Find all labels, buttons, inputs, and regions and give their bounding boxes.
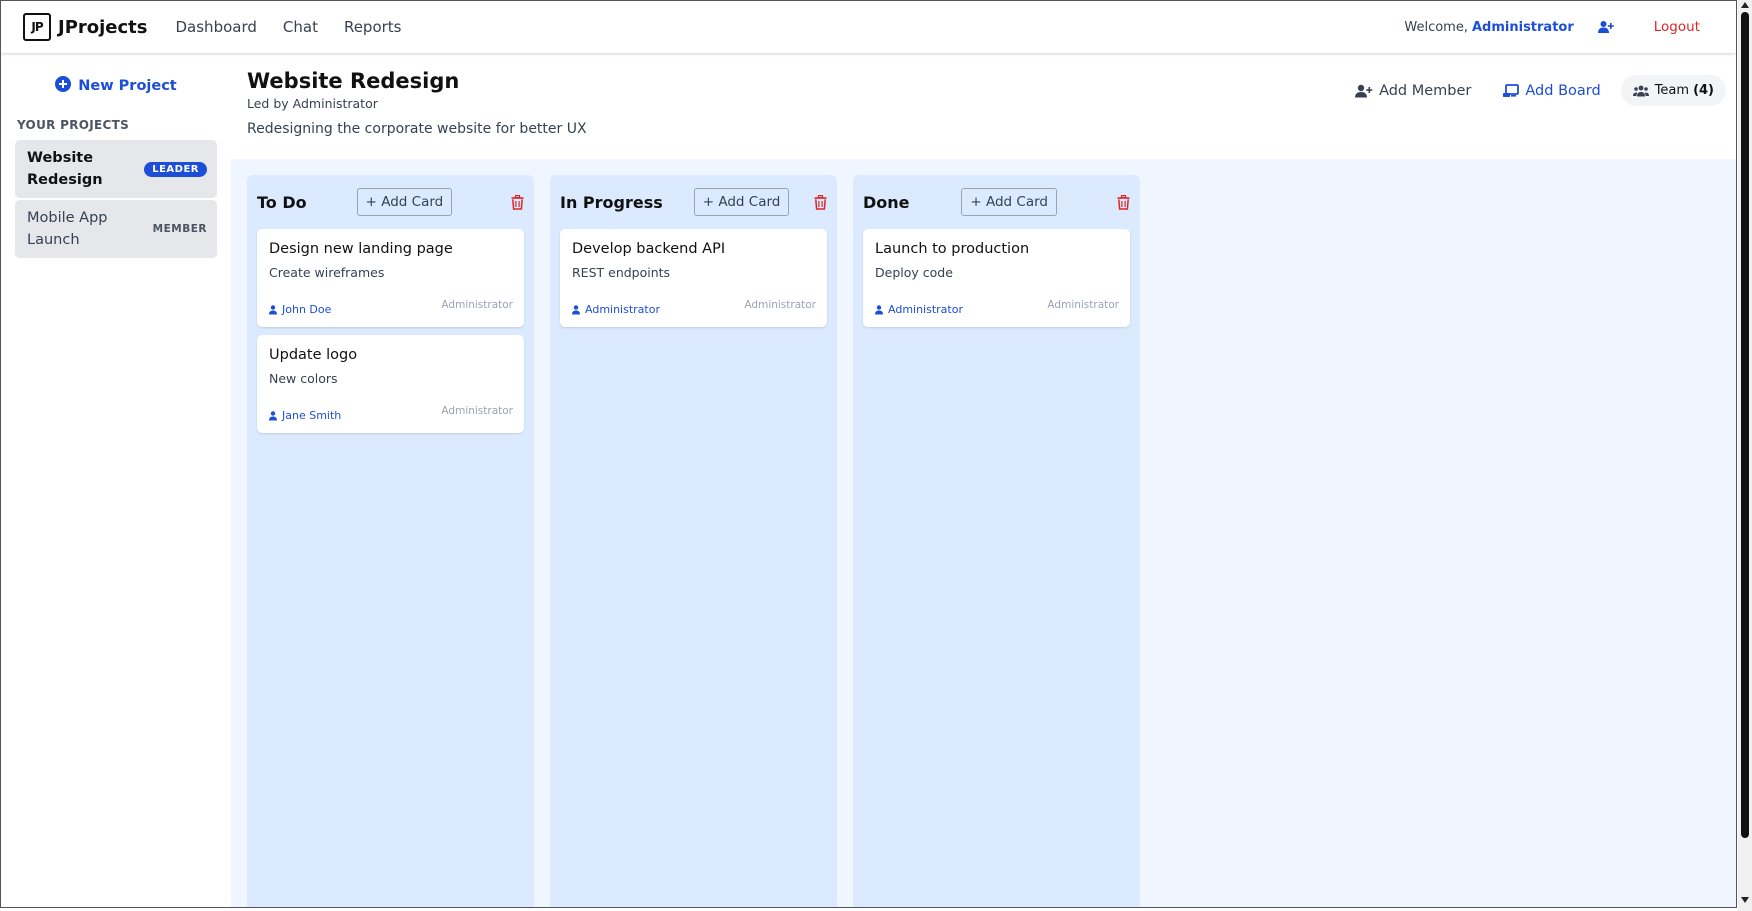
page-scrollbar[interactable]: [1738, 0, 1752, 911]
sidebar-project-website-redesign[interactable]: Website Redesign LEADER: [15, 140, 217, 198]
board-column-todo: To Do + Add Card Design new landing page…: [247, 175, 534, 907]
project-name: Website Redesign: [27, 150, 103, 188]
team-button[interactable]: Team (4): [1620, 75, 1726, 106]
task-card[interactable]: Design new landing page Create wireframe…: [257, 229, 524, 327]
kanban-board: To Do + Add Card Design new landing page…: [231, 159, 1736, 907]
column-header: Done + Add Card: [863, 175, 1130, 229]
trash-icon[interactable]: [814, 194, 827, 210]
add-member-button[interactable]: Add Member: [1355, 83, 1471, 99]
column-header: To Do + Add Card: [257, 175, 524, 229]
project-name: Mobile App Launch: [27, 210, 108, 248]
add-card-button[interactable]: + Add Card: [356, 188, 453, 216]
card-author: Administrator: [1047, 299, 1119, 311]
nav-link-chat[interactable]: Chat: [283, 18, 318, 36]
nav-links: Dashboard Chat Reports: [176, 18, 428, 36]
welcome-text: Welcome,: [1404, 19, 1468, 35]
scroll-down-arrow-icon[interactable]: [1741, 897, 1749, 903]
card-author: Administrator: [441, 405, 513, 417]
card-description: REST endpoints: [572, 265, 671, 280]
project-actions: Add Member Add Board Team (4): [1355, 75, 1726, 106]
board-column-done: Done + Add Card Launch to production Dep…: [853, 175, 1140, 907]
add-board-label: Add Board: [1525, 82, 1601, 99]
nav-user-area: Welcome, Administrator Logout: [1404, 19, 1700, 35]
scroll-up-arrow-icon[interactable]: [1741, 2, 1749, 8]
task-card[interactable]: Develop backend API REST endpoints Admin…: [560, 229, 827, 327]
user-plus-icon[interactable]: [1597, 20, 1614, 34]
brand-name: JProjects: [58, 16, 148, 38]
projects-section-title: YOUR PROJECTS: [17, 118, 130, 132]
board-add-icon: [1503, 83, 1520, 97]
card-title: Design new landing page: [269, 241, 453, 257]
card-author: Administrator: [441, 299, 513, 311]
logout-link[interactable]: Logout: [1654, 19, 1700, 35]
project-description: Redesigning the corporate website for be…: [247, 121, 587, 137]
main-content: Website Redesign Led by Administrator Re…: [231, 53, 1736, 907]
user-icon: [875, 304, 883, 314]
user-icon: [572, 304, 580, 314]
card-title: Update logo: [269, 347, 358, 363]
assignee-name: John Doe: [282, 303, 332, 316]
scrollbar-thumb[interactable]: [1741, 12, 1749, 838]
card-assignee: Jane Smith: [269, 409, 341, 422]
assignee-name: Jane Smith: [282, 409, 342, 422]
current-user-link[interactable]: Administrator: [1472, 20, 1574, 35]
plus-circle-icon: [55, 76, 72, 96]
add-board-button[interactable]: Add Board: [1503, 82, 1601, 99]
nav-link-reports[interactable]: Reports: [344, 18, 402, 36]
column-title: Done: [863, 192, 910, 212]
card-assignee: Administrator: [572, 303, 660, 316]
card-description: Create wireframes: [269, 265, 385, 280]
assignee-name: Administrator: [585, 303, 660, 316]
card-description: New colors: [269, 371, 338, 386]
card-assignee: John Doe: [269, 303, 331, 316]
team-label: Team: [1654, 83, 1690, 98]
trash-icon[interactable]: [511, 194, 524, 210]
new-project-button[interactable]: New Project: [1, 76, 231, 96]
task-card[interactable]: Update logo New colors Jane Smith Admini…: [257, 335, 524, 433]
column-title: To Do: [257, 192, 307, 212]
role-badge-leader: LEADER: [144, 161, 207, 177]
nav-link-dashboard[interactable]: Dashboard: [176, 18, 257, 36]
card-description: Deploy code: [875, 265, 953, 280]
app-window: JP JProjects Dashboard Chat Reports Welc…: [0, 0, 1737, 908]
sidebar: New Project YOUR PROJECTS Website Redesi…: [1, 53, 231, 907]
board-column-in-progress: In Progress + Add Card Develop backend A…: [550, 175, 837, 907]
user-icon: [269, 410, 277, 420]
role-badge-member: MEMBER: [152, 223, 207, 235]
column-header: In Progress + Add Card: [560, 175, 827, 229]
add-card-button[interactable]: + Add Card: [961, 188, 1057, 216]
user-plus-icon: [1355, 84, 1373, 97]
sidebar-project-mobile-app-launch[interactable]: Mobile App Launch MEMBER: [15, 200, 217, 258]
team-count: (4): [1693, 83, 1714, 98]
card-author: Administrator: [744, 299, 816, 311]
jp-logo-icon: JP: [23, 13, 51, 41]
task-card[interactable]: Launch to production Deploy code Adminis…: [863, 229, 1130, 327]
card-title: Launch to production: [875, 241, 1030, 257]
project-header: Website Redesign Led by Administrator Re…: [231, 53, 1736, 159]
users-icon: [1632, 85, 1649, 96]
add-card-button[interactable]: + Add Card: [693, 188, 790, 216]
column-title: In Progress: [560, 192, 663, 212]
card-assignee: Administrator: [875, 303, 963, 316]
new-project-label: New Project: [78, 78, 177, 94]
assignee-name: Administrator: [888, 303, 963, 316]
card-title: Develop backend API: [572, 241, 726, 257]
top-navbar: JP JProjects Dashboard Chat Reports Welc…: [1, 1, 1736, 53]
user-icon: [269, 304, 277, 314]
trash-icon[interactable]: [1117, 194, 1130, 210]
brand[interactable]: JP JProjects: [23, 13, 148, 41]
add-member-label: Add Member: [1379, 82, 1472, 99]
